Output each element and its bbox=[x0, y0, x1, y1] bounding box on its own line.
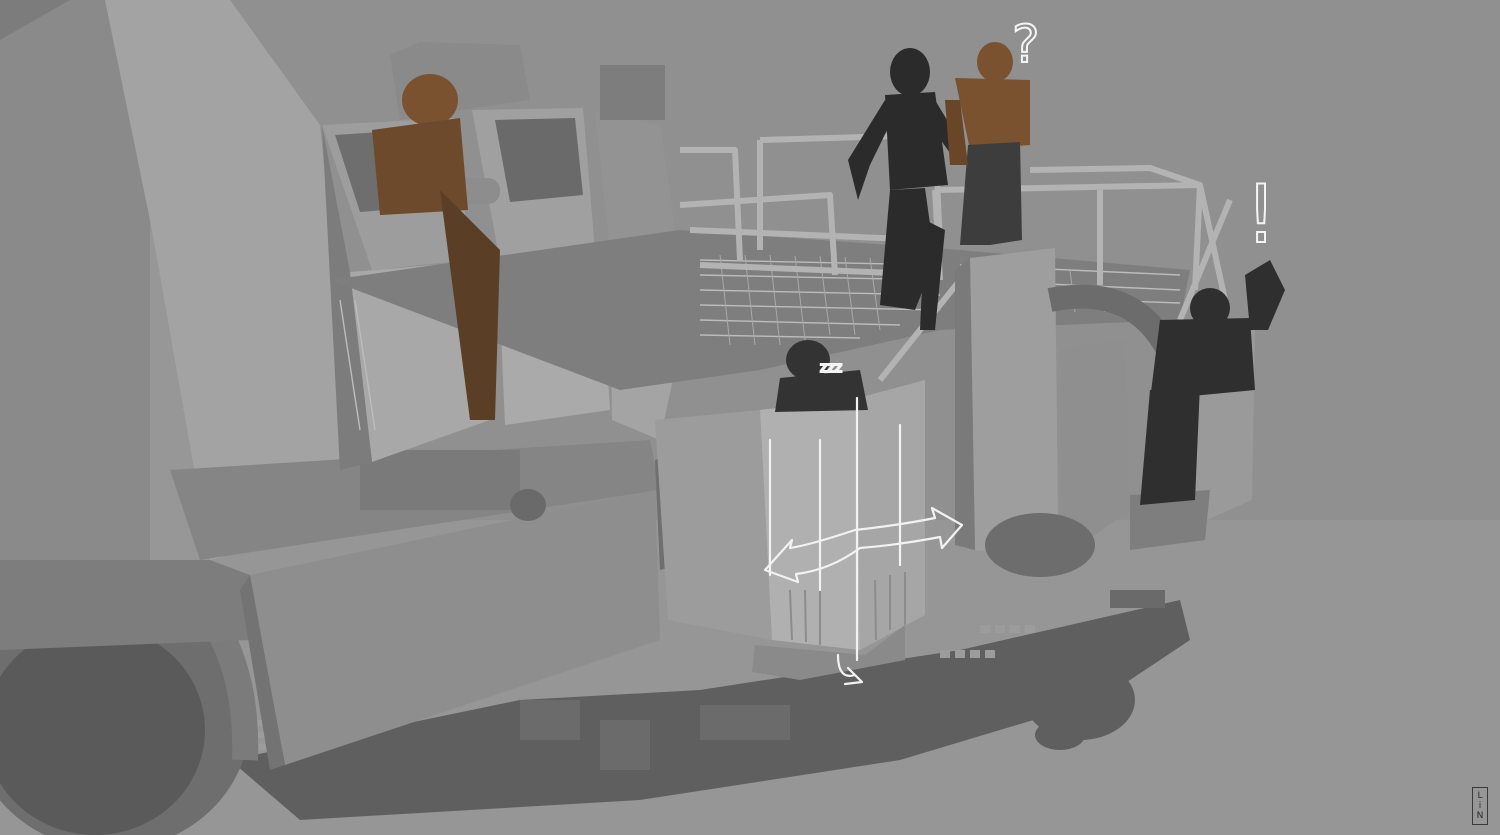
exclamation-mark-icon: ! bbox=[1244, 167, 1278, 262]
question-mark-icon: ? bbox=[1011, 14, 1041, 76]
rear-panel-center bbox=[955, 248, 1058, 552]
vehicle-render-scene: ? ! zzz bbox=[0, 0, 1500, 835]
signature-letter: N bbox=[1476, 811, 1484, 821]
sleep-zzz-icon: zzz bbox=[819, 359, 843, 377]
artist-signature-stamp: L i N bbox=[1472, 787, 1488, 825]
svg-text:!: ! bbox=[1245, 168, 1277, 261]
svg-text:zzz: zzz bbox=[820, 360, 842, 376]
svg-text:?: ? bbox=[1012, 15, 1040, 75]
signature-letter: i bbox=[1478, 801, 1482, 811]
signature-letter: L bbox=[1477, 791, 1483, 801]
